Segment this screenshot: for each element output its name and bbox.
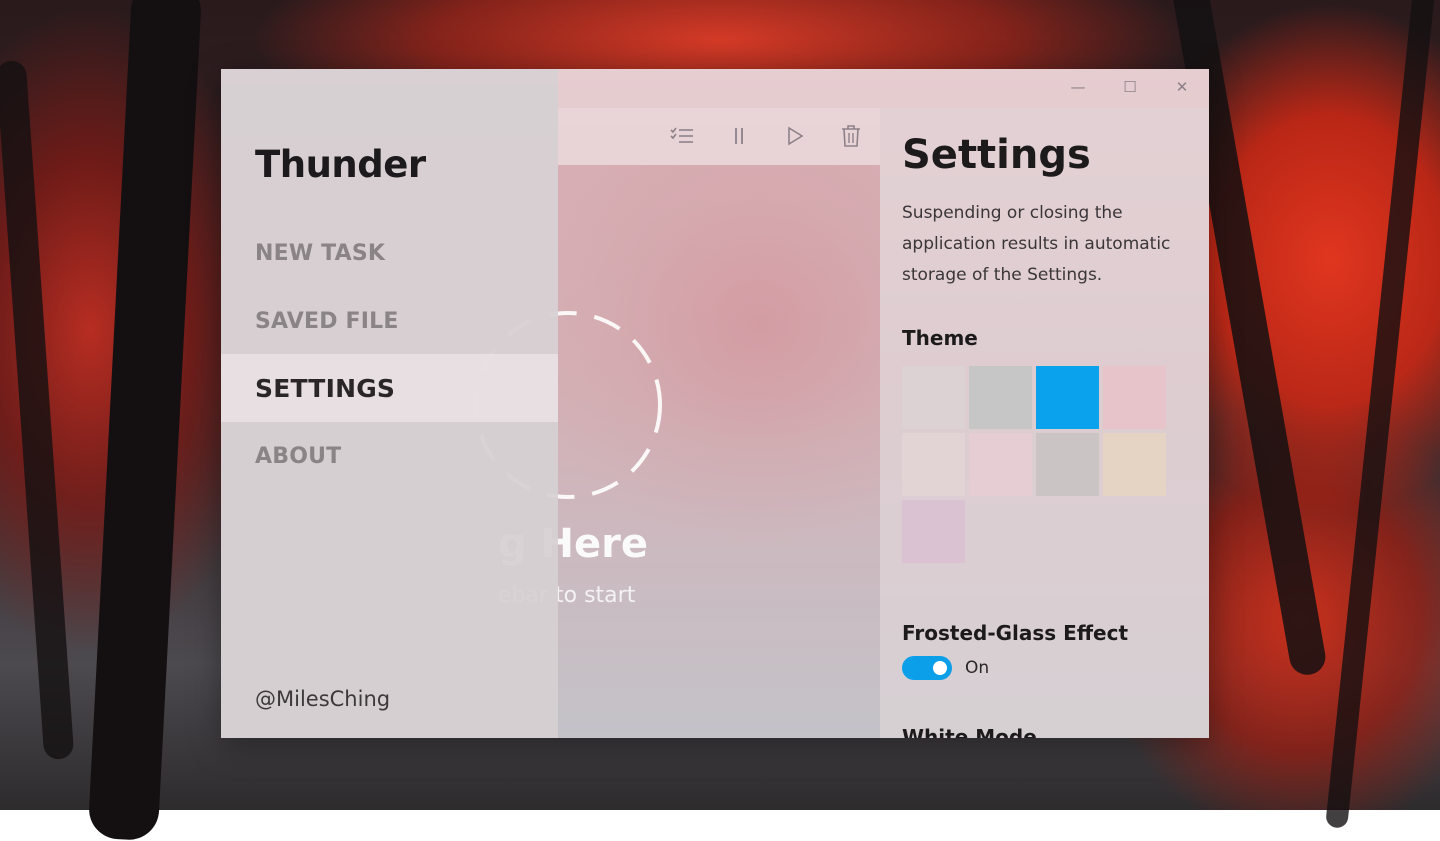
settings-panel: Settings Suspending or closing the appli… [880,108,1209,738]
sidebar-item-about[interactable]: ABOUT [221,422,558,490]
toggle-knob [933,661,947,675]
close-button[interactable]: ✕ [1157,69,1207,105]
pause-icon [735,128,743,144]
frosted-glass-state: On [965,658,990,678]
trash-icon [842,125,860,147]
frosted-glass-label: Frosted-Glass Effect [902,621,1129,645]
delete-button[interactable] [836,122,866,150]
sidebar-item-new-task[interactable]: NEW TASK [221,219,558,287]
task-list-area: g Here ebar to start [474,108,880,738]
empty-state: g Here ebar to start [474,165,880,738]
app-window: — ☐ ✕ g Here ebar to start Thunder NEW T… [221,69,1209,738]
theme-swatch[interactable] [1036,366,1099,429]
settings-description: Suspending or closing the application re… [902,203,1171,285]
task-toolbar [558,108,880,165]
tree-trunk [0,59,75,761]
white-mode-label: White Mode [902,725,1037,738]
app-title: Thunder [255,143,426,186]
pause-button[interactable] [724,122,754,150]
frosted-glass-toggle[interactable] [902,656,952,680]
sidebar-item-settings[interactable]: SETTINGS [221,354,558,422]
minimize-icon: — [1070,78,1086,96]
theme-swatch[interactable] [969,366,1032,429]
author-credit: @MilesChing [255,687,391,711]
theme-swatch[interactable] [902,500,965,563]
play-icon [788,126,804,146]
minimize-button[interactable]: — [1053,69,1103,105]
theme-swatch[interactable] [1036,433,1099,496]
sidebar-item-saved-file[interactable]: SAVED FILE [221,287,558,355]
tree-trunk [1325,0,1437,829]
theme-swatch[interactable] [1103,433,1166,496]
settings-title: Settings [902,132,1091,178]
close-icon: ✕ [1175,78,1189,96]
theme-swatch[interactable] [902,433,965,496]
theme-swatch[interactable] [902,366,965,429]
maximize-button[interactable]: ☐ [1105,69,1155,105]
theme-swatch[interactable] [1103,366,1166,429]
maximize-icon: ☐ [1123,78,1137,96]
select-all-button[interactable] [667,122,697,150]
tree-trunk [87,0,203,841]
start-button[interactable] [780,122,810,150]
select-all-icon [670,127,693,143]
empty-state-subtitle: ebar to start [498,583,636,608]
theme-label: Theme [902,326,978,350]
sidebar: Thunder NEW TASK SAVED FILE SETTINGS ABO… [221,69,558,738]
theme-swatch[interactable] [969,433,1032,496]
empty-state-title: g Here [498,521,649,567]
